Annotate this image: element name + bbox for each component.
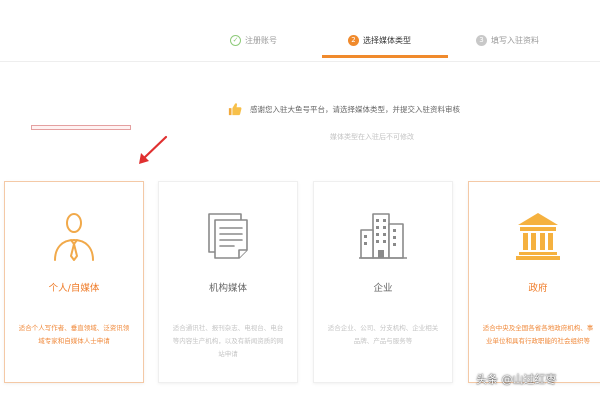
step-number: 3	[476, 34, 487, 46]
step-progress-bar: ✓ 注册账号 2 选择媒体类型 3 填写入驻资料	[0, 0, 600, 62]
step-choose-media-type: 2 选择媒体类型	[348, 30, 411, 50]
step-check-icon: ✓	[230, 34, 241, 46]
media-type-card-organization[interactable]: 机构媒体 适合通讯社、报刊杂志、电视台、电台等内容生产机构，以及有新闻资质的网站…	[158, 181, 298, 383]
step-label: 填写入驻资料	[491, 35, 539, 45]
card-description: 适合通讯社、报刊杂志、电视台、电台等内容生产机构，以及有新闻资质的网站申请	[172, 324, 284, 358]
step-number: 2	[348, 34, 359, 46]
media-type-card-enterprise[interactable]: 企业 适合企业、公司、分支机构、企业相关品牌、产品与服务等	[313, 181, 453, 383]
step-label: 注册账号	[245, 35, 277, 45]
buildings-icon	[359, 213, 407, 259]
government-building-icon	[516, 213, 560, 260]
card-title: 政府	[528, 283, 548, 294]
highlight-bar	[31, 125, 131, 130]
card-title: 个人/自媒体	[48, 283, 100, 294]
media-type-card-government[interactable]: 政府 适合中央及全国各省各地政府机构、事业单位和具有行政职能的社会组织等	[468, 181, 600, 383]
active-step-indicator	[322, 55, 448, 58]
media-type-note: 媒体类型在入驻后不可修改	[330, 133, 414, 141]
step-register-account: ✓ 注册账号	[230, 30, 277, 50]
card-description: 适合个人写作者、垂直领域、泛资讯领域专家和自媒体人士申请	[18, 324, 130, 345]
thumbs-up-icon	[228, 103, 242, 116]
card-description: 适合中央及全国各省各地政府机构、事业单位和具有行政职能的社会组织等	[482, 324, 594, 345]
documents-icon	[208, 213, 248, 259]
card-title: 企业	[373, 283, 393, 294]
step-fill-profile: 3 填写入驻资料	[476, 30, 539, 50]
pointer-arrow-icon	[139, 135, 168, 164]
watermark-text: 头条 @山过红枣	[476, 373, 557, 386]
card-title: 机构媒体	[208, 283, 247, 294]
step-label: 选择媒体类型	[363, 35, 411, 45]
media-type-card-individual[interactable]: 个人/自媒体 适合个人写作者、垂直领域、泛资讯领域专家和自媒体人士申请	[4, 181, 144, 383]
notice-text: 感谢您入驻大鱼号平台，请选择媒体类型，并提交入驻资料审核	[250, 104, 460, 114]
notice-banner: 感谢您入驻大鱼号平台，请选择媒体类型，并提交入驻资料审核	[228, 97, 528, 121]
card-description: 适合企业、公司、分支机构、企业相关品牌、产品与服务等	[327, 324, 439, 345]
person-tie-icon	[54, 213, 94, 261]
